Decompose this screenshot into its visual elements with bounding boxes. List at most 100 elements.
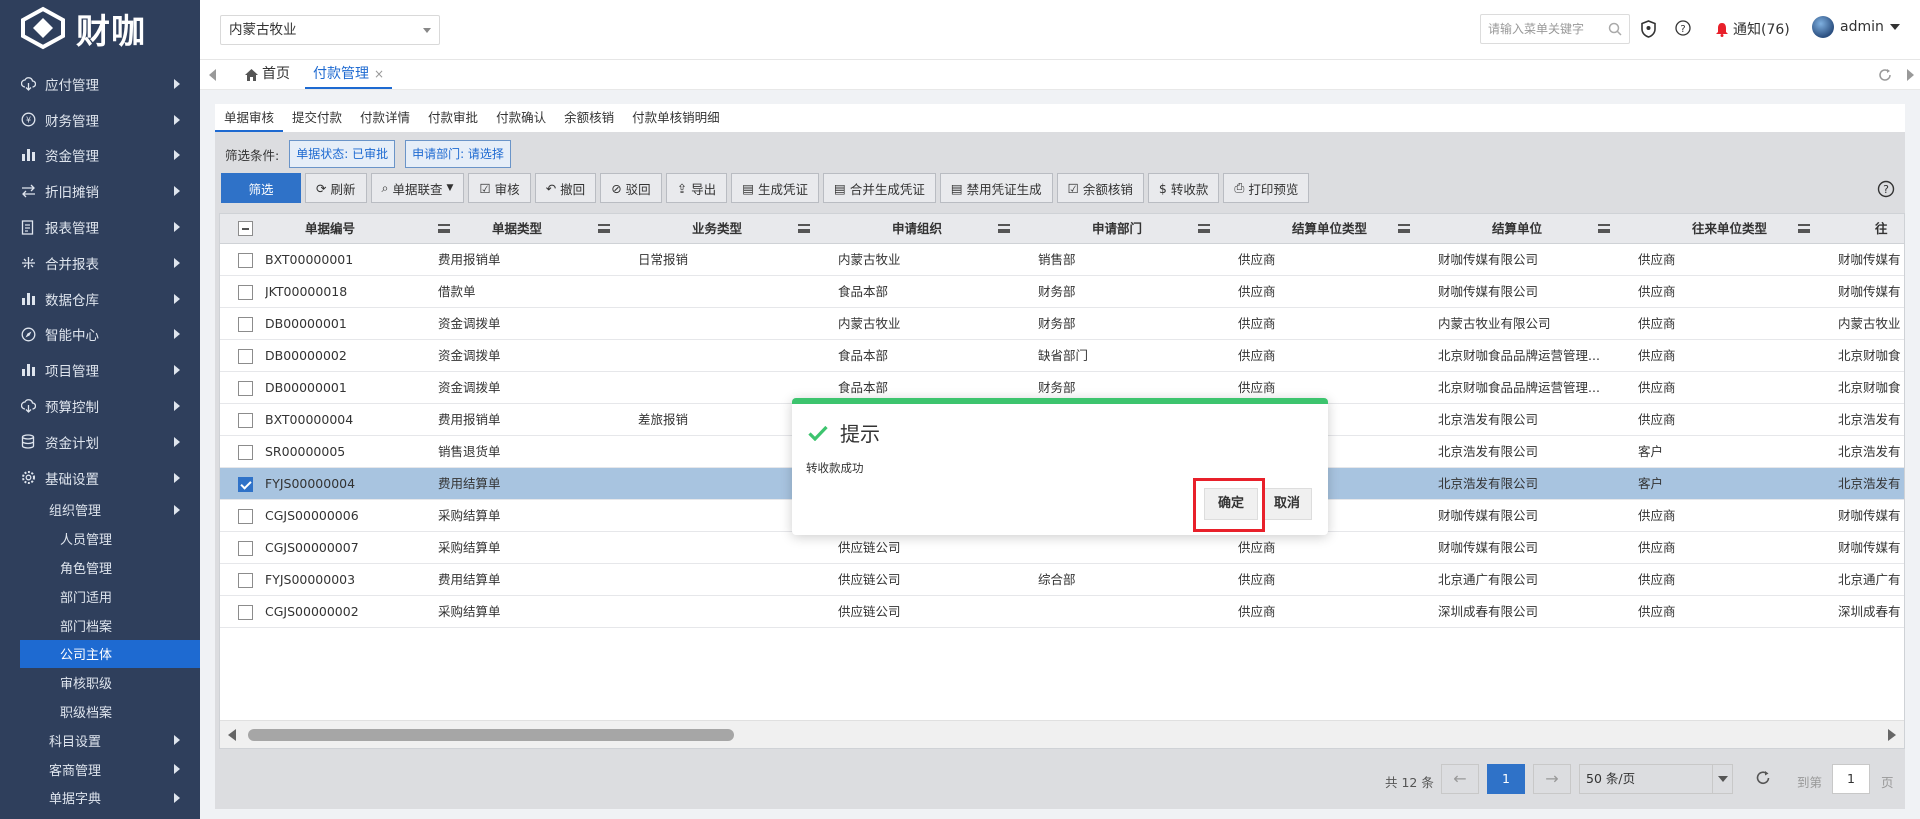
tab-home[interactable]: 首页	[245, 60, 290, 89]
sidebar-item-3[interactable]: 折旧摊销	[0, 173, 200, 209]
row-checkbox[interactable]	[238, 541, 253, 556]
refresh-icon[interactable]	[1878, 68, 1892, 82]
page-size-select[interactable]: 50 条/页	[1579, 764, 1733, 794]
filter-chip-dept[interactable]: 申请部门: 请选择	[405, 140, 511, 168]
filter-chip-status[interactable]: 单据状态: 已审批	[289, 140, 396, 168]
select-all-checkbox[interactable]	[238, 221, 253, 236]
column-menu-icon[interactable]	[798, 224, 810, 233]
row-checkbox[interactable]	[238, 253, 253, 268]
confirm-button[interactable]: 确定	[1204, 488, 1258, 520]
sidebar-item-0[interactable]: 应付管理	[0, 66, 200, 102]
column-menu-icon[interactable]	[598, 224, 610, 233]
column-header-5[interactable]: 结算单位类型	[1220, 214, 1420, 244]
audit-button[interactable]: ☑ 审核	[468, 173, 531, 203]
menu-search-input[interactable]: 请输入菜单关键字	[1480, 14, 1630, 44]
row-checkbox[interactable]	[238, 413, 253, 428]
shield-icon[interactable]	[1640, 20, 1657, 38]
row-checkbox[interactable]	[238, 285, 253, 300]
sidebar-subgroup-2[interactable]: 单据字典	[0, 784, 200, 813]
row-checkbox[interactable]	[238, 509, 253, 524]
voucher-button[interactable]: ▤ 生成凭证	[731, 173, 820, 203]
subtab-3[interactable]: 付款审批	[419, 104, 487, 132]
horizontal-scrollbar[interactable]	[220, 720, 1904, 748]
table-row[interactable]: FYJS00000003 费用结算单 供应链公司 综合部 供应商 北京通广有限公司 供应商 北…	[220, 564, 1904, 596]
row-checkbox[interactable]	[238, 573, 253, 588]
column-header-1[interactable]: 单据类型	[420, 214, 620, 244]
column-menu-icon[interactable]	[998, 224, 1010, 233]
export-button[interactable]: ⇪ 导出	[665, 173, 728, 203]
subtab-6[interactable]: 付款单核销明细	[623, 104, 729, 132]
sidebar-subgroup-0[interactable]: 科目设置	[0, 726, 200, 755]
row-checkbox[interactable]	[238, 317, 253, 332]
table-row[interactable]: DB00000001 资金调拨单 内蒙古牧业 财务部 供应商 内蒙古牧业有限公司 供应商 内蒙…	[220, 308, 1904, 340]
sidebar-item-4[interactable]: 报表管理	[0, 209, 200, 245]
sidebar-leaf-2[interactable]: 部门适用	[0, 582, 200, 611]
row-checkbox[interactable]	[238, 381, 253, 396]
sidebar-subgroup-1[interactable]: 客商管理	[0, 755, 200, 784]
user-menu[interactable]: admin	[1812, 16, 1900, 38]
sidebar-item-9[interactable]: 预算控制	[0, 388, 200, 424]
balance-button[interactable]: ☑ 余额核销	[1056, 173, 1144, 203]
column-header-7[interactable]: 往来单位类型	[1620, 214, 1820, 244]
sidebar-leaf-0[interactable]: 人员管理	[0, 524, 200, 553]
page-number[interactable]: 1	[1487, 764, 1525, 794]
sidebar-leaf-3[interactable]: 部门档案	[0, 611, 200, 640]
transfer-button[interactable]: $ 转收款	[1147, 173, 1220, 203]
row-checkbox[interactable]	[238, 477, 253, 492]
column-header-6[interactable]: 结算单位	[1420, 214, 1620, 244]
cancel-button[interactable]: 取消	[1262, 488, 1312, 520]
reject-button[interactable]: ⊘ 驳回	[600, 173, 662, 203]
merge-voucher-button[interactable]: ▤ 合并生成凭证	[823, 173, 936, 203]
sidebar-leaf-6[interactable]: 职级档案	[0, 697, 200, 726]
scroll-left-icon[interactable]	[209, 69, 216, 81]
sidebar-subgroup-org[interactable]: 组织管理	[0, 496, 200, 525]
column-menu-icon[interactable]	[1398, 224, 1410, 233]
row-checkbox[interactable]	[238, 605, 253, 620]
subtab-1[interactable]: 提交付款	[283, 104, 351, 132]
notification-button[interactable]: 通知(76)	[1715, 19, 1790, 39]
disable-voucher-button[interactable]: ▤ 禁用凭证生成	[939, 173, 1053, 203]
column-menu-icon[interactable]	[1198, 224, 1210, 233]
help-icon[interactable]: ?	[1877, 180, 1895, 198]
scroll-right-icon[interactable]	[1888, 729, 1896, 741]
subtab-4[interactable]: 付款确认	[487, 104, 555, 132]
tab-payment-management[interactable]: 付款管理 ×	[305, 60, 393, 89]
scroll-thumb[interactable]	[248, 729, 734, 741]
revoke-button[interactable]: ↶ 撤回	[534, 173, 597, 203]
sidebar-item-2[interactable]: 资金管理	[0, 138, 200, 174]
close-icon[interactable]: ×	[374, 67, 384, 81]
scroll-right-icon[interactable]	[1907, 69, 1914, 81]
row-checkbox[interactable]	[238, 445, 253, 460]
column-header-8[interactable]: 往	[1820, 214, 1890, 244]
refresh-icon[interactable]	[1755, 770, 1771, 786]
column-menu-icon[interactable]	[1598, 224, 1610, 233]
next-page-button[interactable]: →	[1533, 764, 1571, 794]
row-checkbox[interactable]	[238, 349, 253, 364]
org-select[interactable]: 内蒙古牧业	[220, 15, 440, 45]
sidebar-leaf-1[interactable]: 角色管理	[0, 553, 200, 582]
column-header-2[interactable]: 业务类型	[620, 214, 820, 244]
query-button[interactable]: ⌕ 单据联查 ▼	[370, 173, 465, 203]
column-menu-icon[interactable]	[1798, 224, 1810, 233]
subtab-2[interactable]: 付款详情	[351, 104, 419, 132]
sidebar-item-1[interactable]: ¥ 财务管理	[0, 102, 200, 138]
column-header-3[interactable]: 申请组织	[820, 214, 1020, 244]
scroll-left-icon[interactable]	[228, 729, 236, 741]
sidebar-leaf-5[interactable]: 审核职级	[0, 668, 200, 697]
table-row[interactable]: BXT00000001 费用报销单 日常报销 内蒙古牧业 销售部 供应商 财咖传媒有限公司 供…	[220, 244, 1904, 276]
column-header-4[interactable]: 申请部门	[1020, 214, 1220, 244]
subtab-5[interactable]: 余额核销	[555, 104, 623, 132]
table-row[interactable]: CGJS00000002 采购结算单 供应链公司 供应商 深圳成春有限公司 供应商 深圳成春…	[220, 596, 1904, 628]
sidebar-item-8[interactable]: 项目管理	[0, 352, 200, 388]
help-icon[interactable]: ?	[1675, 20, 1691, 36]
sidebar-item-5[interactable]: 合并报表	[0, 245, 200, 281]
table-row[interactable]: DB00000002 资金调拨单 食品本部 缺省部门 供应商 北京财咖食品品牌运营管理..…	[220, 340, 1904, 372]
goto-page-input[interactable]: 1	[1832, 764, 1870, 794]
print-button[interactable]: ⎙ 打印预览	[1223, 173, 1310, 203]
refresh-button[interactable]: ⟳ 刷新	[305, 173, 367, 203]
sidebar-item-11[interactable]: 基础设置	[0, 460, 200, 496]
table-row[interactable]: CGJS00000007 采购结算单 供应链公司 供应商 财咖传媒有限公司 供应商 财咖传媒…	[220, 532, 1904, 564]
sidebar-item-6[interactable]: 数据仓库	[0, 281, 200, 317]
sidebar-item-10[interactable]: 资金计划	[0, 424, 200, 460]
subtab-0[interactable]: 单据审核	[215, 104, 284, 132]
